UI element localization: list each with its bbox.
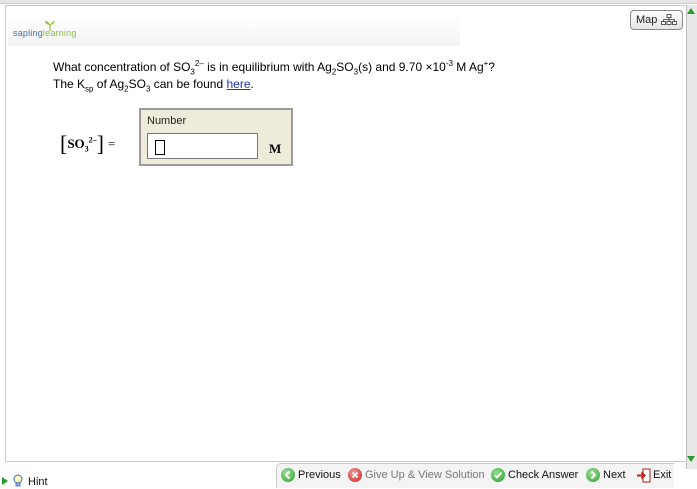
q1-sup-d: -3: [445, 59, 453, 68]
q2-part-a: The K: [53, 77, 86, 91]
expand-arrow-icon: [2, 477, 8, 485]
checkmark-icon: [491, 468, 505, 482]
unit-label: M: [269, 141, 282, 156]
q1-part-f: ?: [488, 60, 495, 74]
species-sup: 2–: [88, 135, 97, 145]
question-line-2: The Ksp of Ag2SO3 can be found here.: [53, 76, 613, 93]
map-button-label: Map: [636, 14, 658, 26]
question-line-1: What concentration of SO32– is in equili…: [53, 59, 613, 76]
q2-part-c: SO: [128, 77, 146, 91]
q1-part-c: SO: [336, 60, 354, 74]
map-button[interactable]: Map: [630, 10, 683, 30]
scroll-down-arrow-icon[interactable]: [687, 456, 695, 462]
check-answer-label: Check Answer: [508, 469, 579, 481]
left-bracket: [: [60, 131, 68, 156]
q1-part-a: What concentration of SO: [53, 60, 191, 74]
scroll-up-arrow-icon[interactable]: [687, 8, 695, 14]
question-text: What concentration of SO32– is in equili…: [53, 59, 613, 93]
species-sub: 3: [84, 144, 89, 154]
next-arrow-icon: [586, 468, 600, 482]
exit-label: Exit: [653, 469, 672, 481]
concentration-expression: [SO32–] =: [60, 128, 116, 156]
species-label: SO: [67, 136, 85, 151]
right-bracket: ]: [96, 131, 104, 156]
sitemap-icon: [661, 14, 677, 25]
answer-box: Number M: [139, 108, 293, 166]
q1-part-b: is in equilibrium with Ag: [203, 60, 332, 74]
ksp-here-link[interactable]: here: [226, 77, 250, 91]
vertical-scrollbar[interactable]: [686, 5, 697, 469]
q1-sup-a: 2–: [194, 59, 204, 68]
concentration-input[interactable]: [147, 133, 258, 159]
previous-label: Previous: [298, 469, 341, 481]
top-rule: [0, 0, 697, 4]
lightbulb-icon: [13, 474, 23, 487]
answer-box-title: Number: [147, 115, 187, 127]
q2-part-b: of Ag: [93, 77, 125, 91]
expression-species: SO32–: [67, 135, 97, 154]
sapling-learning-logo: saplinglearning: [13, 28, 77, 38]
logo-text-sapling: sapling: [13, 28, 43, 38]
previous-arrow-icon: [281, 468, 295, 482]
exit-door-icon: [637, 468, 651, 483]
give-up-x-icon: [348, 468, 362, 482]
logo-text-learning: learning: [42, 28, 77, 38]
q2-part-d: can be found: [150, 77, 227, 91]
q1-part-e: M Ag: [452, 60, 484, 74]
equals-sign: =: [108, 136, 116, 151]
next-label: Next: [603, 469, 626, 481]
give-up-label: Give Up & View Solution: [365, 469, 485, 481]
q1-part-d: (s) and 9.70 ×10: [358, 60, 446, 74]
hint-label: Hint: [28, 476, 48, 488]
q2-part-e: .: [250, 77, 254, 91]
